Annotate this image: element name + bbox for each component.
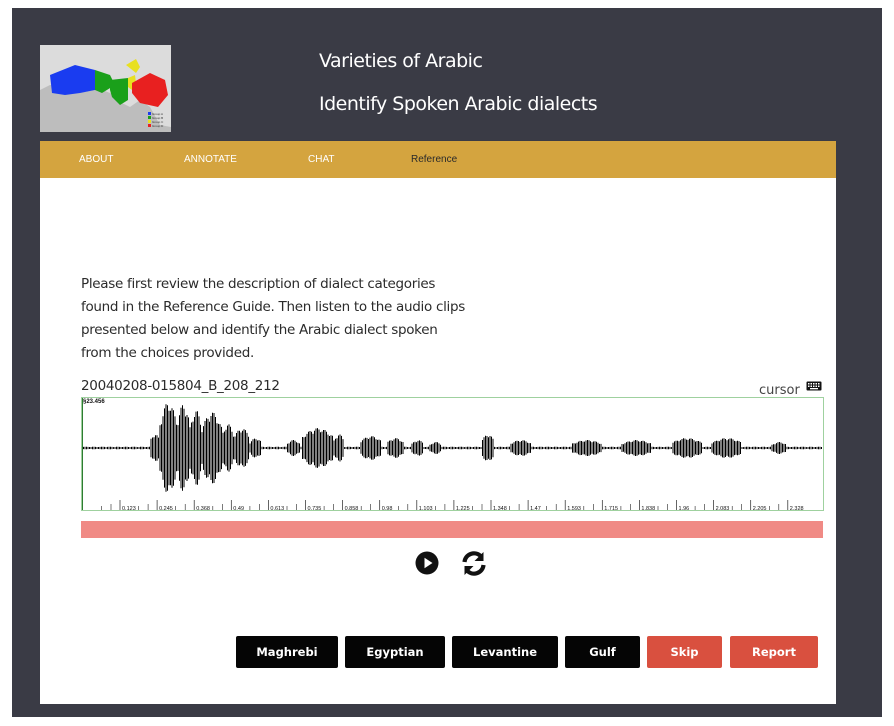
time-tick-label: 2.328 [790, 506, 804, 510]
time-tick-label: 0.858 [345, 506, 359, 510]
time-tick-label: 1.47 [530, 506, 541, 510]
arabic-dialect-map-logo: Group A Group B Group C Group D [40, 45, 171, 132]
report-button[interactable]: Report [730, 636, 818, 668]
clip-id-label: 20040208-015804_B_208_212 [81, 378, 280, 394]
nav-item-annotate[interactable]: ANNOTATE [184, 154, 237, 165]
main-content: Please first review the description of d… [40, 178, 836, 704]
waveform-region-bar[interactable] [81, 521, 823, 538]
time-tick-label: 1.838 [641, 506, 655, 510]
time-tick-label: 1.103 [419, 506, 433, 510]
time-tick-label: 0.98 [382, 506, 393, 510]
time-tick-label: 0.49 [233, 506, 244, 510]
app-frame: Group A Group B Group C Group D Varietie… [12, 8, 882, 717]
app-subtitle: Identify Spoken Arabic dialects [319, 93, 598, 115]
time-tick-label: 1.225 [456, 506, 470, 510]
time-tick-label: 1.593 [567, 506, 581, 510]
time-tick-label: 0.245 [159, 506, 173, 510]
cursor-mode-label: cursor [759, 383, 800, 398]
nav-item-about[interactable]: ABOUT [79, 154, 113, 165]
gulf-button[interactable]: Gulf [565, 636, 640, 668]
nav-item-reference[interactable]: Reference [411, 154, 457, 165]
instructions-text: Please first review the description of d… [81, 276, 465, 361]
skip-button[interactable]: Skip [647, 636, 722, 668]
time-tick-label: 1.715 [604, 506, 618, 510]
refresh-icon[interactable] [460, 550, 488, 577]
time-tick-label: 0.368 [196, 506, 210, 510]
time-tick-label: 2.205 [753, 506, 767, 510]
time-tick-label: 0.735 [308, 506, 322, 510]
egyptian-button[interactable]: Egyptian [345, 636, 445, 668]
cursor-time-readout: §23.456 [83, 399, 105, 405]
levantine-button[interactable]: Levantine [452, 636, 558, 668]
waveform-canvas[interactable]: 0.123 0.245 0.368 0.49 0.613 0.735 0.858 0.98 1.… [81, 397, 824, 511]
nav-bar: ABOUT ANNOTATE CHAT Reference [40, 141, 836, 178]
legend-group-d: Group D [152, 124, 164, 128]
keyboard-icon[interactable] [806, 381, 822, 391]
time-tick-label: 2.083 [716, 506, 730, 510]
waveform-path [82, 404, 822, 492]
maghrebi-button[interactable]: Maghrebi [236, 636, 338, 668]
app-title: Varieties of Arabic [319, 50, 483, 72]
time-tick-label: 1.348 [493, 506, 507, 510]
nav-item-chat[interactable]: CHAT [308, 154, 334, 165]
play-icon[interactable] [415, 551, 439, 575]
waveform-svg[interactable]: 0.123 0.245 0.368 0.49 0.613 0.735 0.858 0.98 1.… [82, 398, 823, 510]
time-tick-label: 1.96 [679, 506, 690, 510]
time-tick-label: 0.613 [270, 506, 284, 510]
time-tick-label: 0.123 [122, 506, 136, 510]
